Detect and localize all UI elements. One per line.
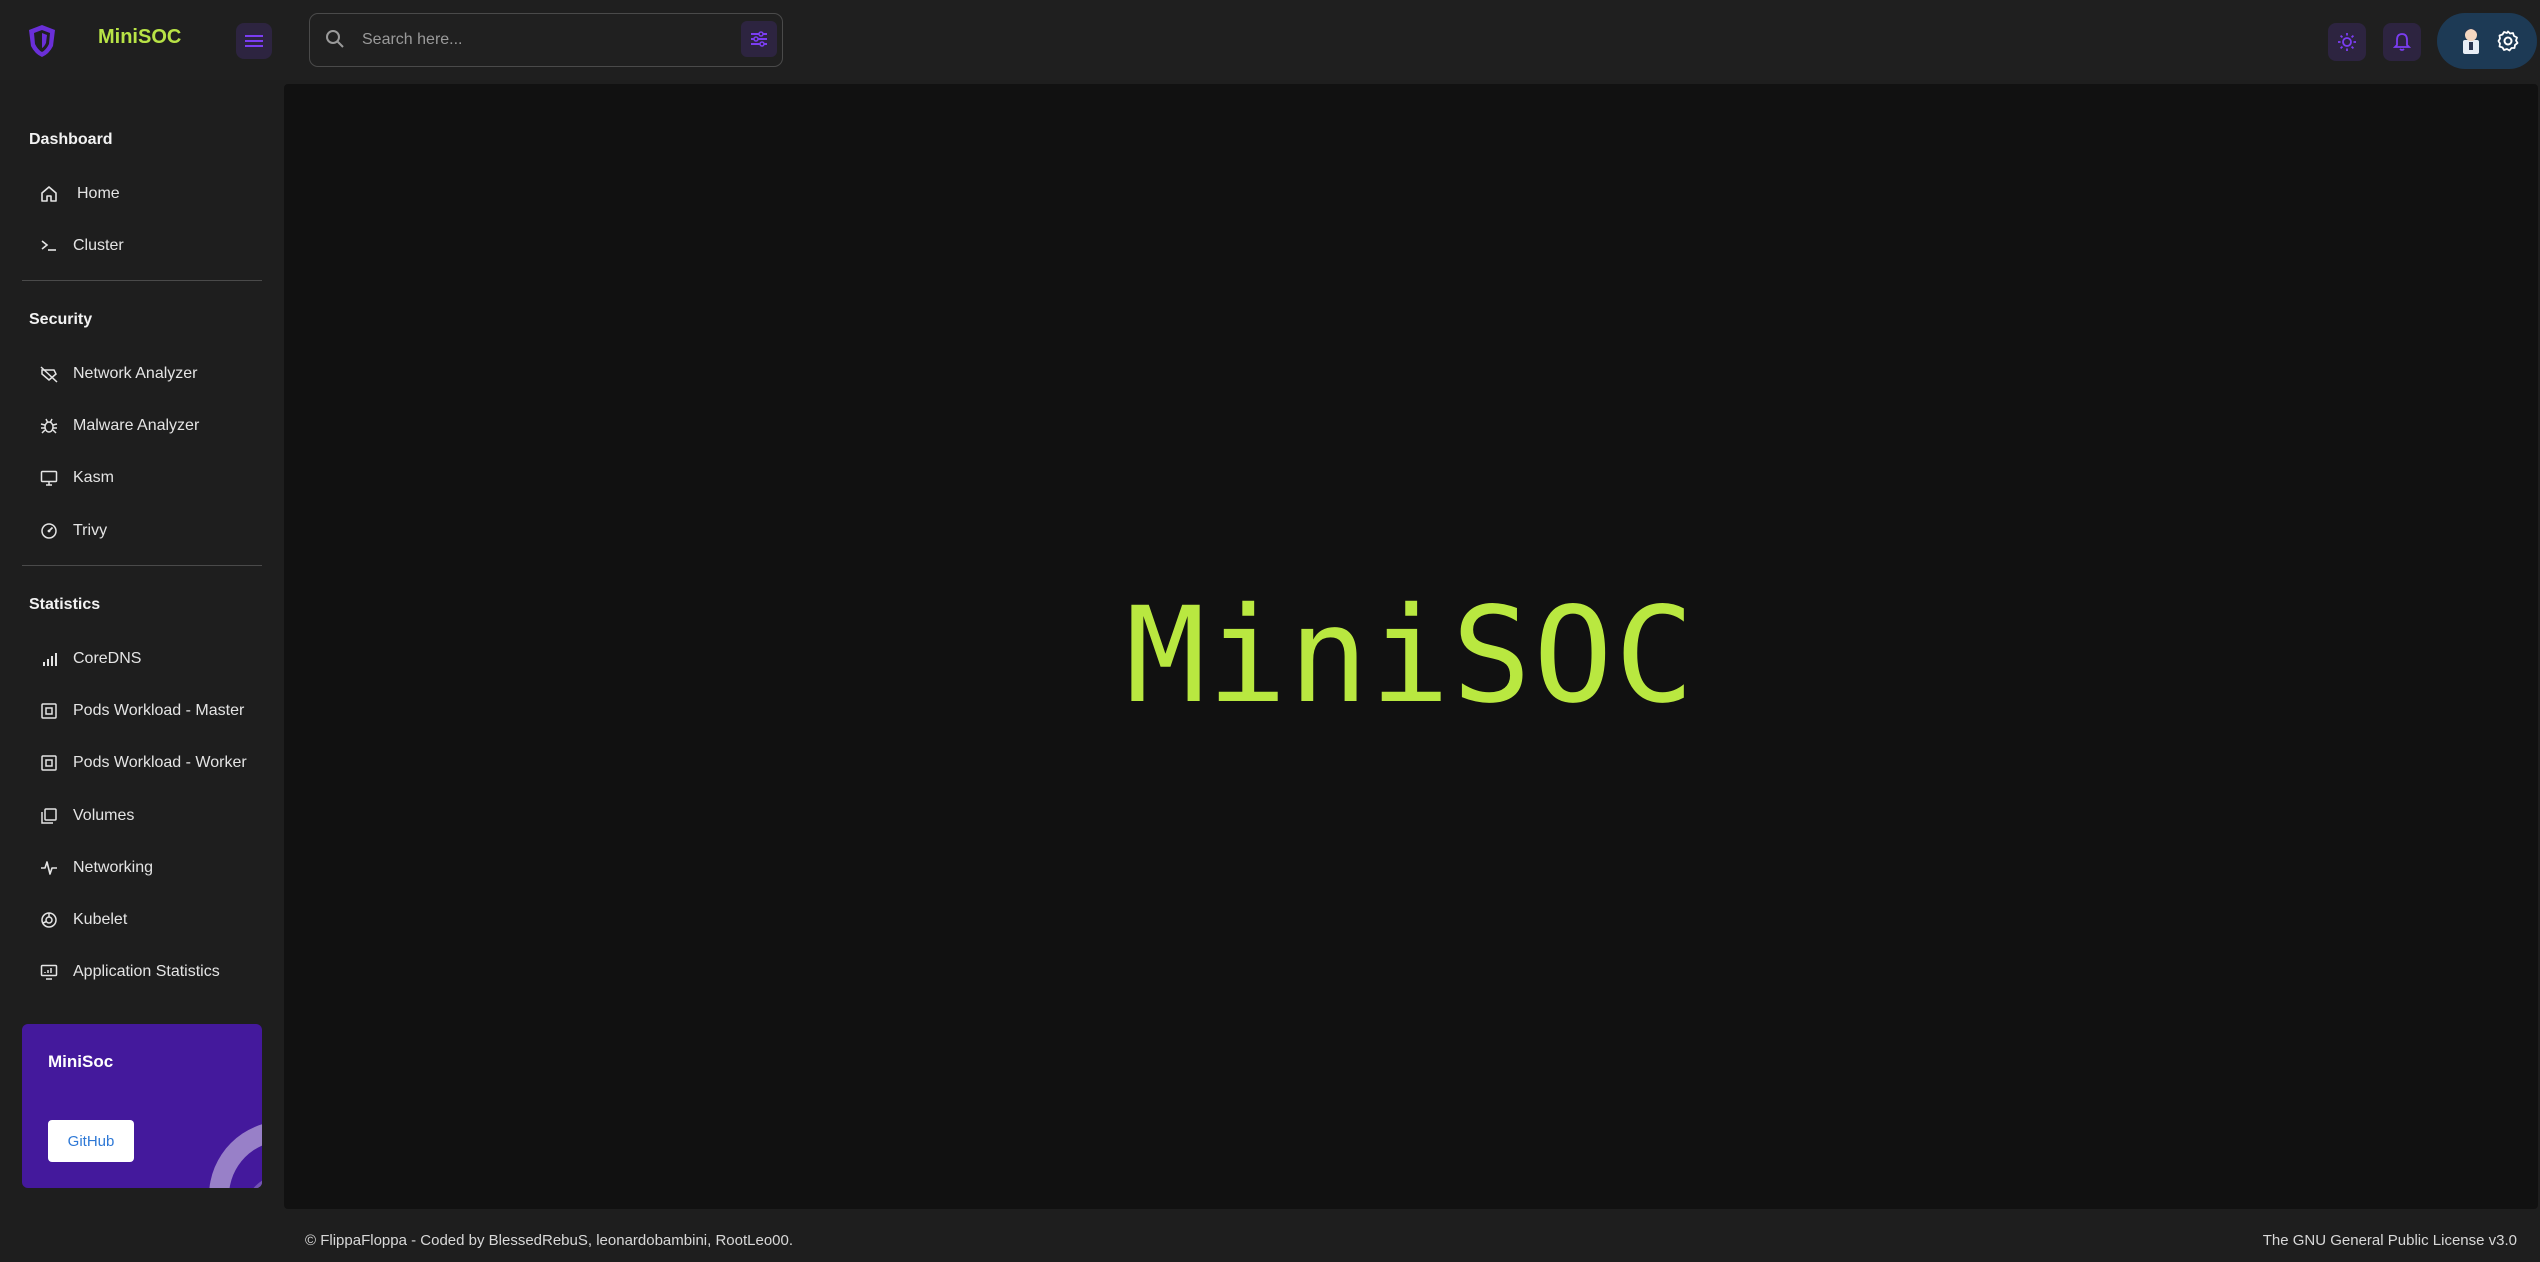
- display-chart-icon: [39, 962, 59, 982]
- sidebar-item-label: Cluster: [73, 237, 124, 254]
- sidebar-item-pods-workload-worker[interactable]: Pods Workload - Worker: [22, 741, 262, 785]
- hero: MiniSOC: [284, 84, 2538, 1209]
- promo-decoration: [209, 1124, 262, 1188]
- monitor-icon: [39, 468, 59, 488]
- sidebar-divider: [22, 565, 262, 566]
- volumes-icon: [39, 806, 59, 826]
- sidebar-item-pods-workload-master[interactable]: Pods Workload - Master: [22, 689, 262, 733]
- bell-icon: [2393, 33, 2411, 51]
- kubelet-icon: [39, 910, 59, 930]
- sidebar-item-kasm[interactable]: Kasm: [22, 456, 262, 500]
- sidebar-item-label: Application Statistics: [73, 963, 220, 980]
- pod-icon: [39, 701, 59, 721]
- main-content: MiniSOC: [284, 84, 2538, 1209]
- promo-title: MiniSoc: [48, 1052, 114, 1071]
- sidebar-divider: [22, 280, 262, 281]
- sidebar-item-label: Kasm: [73, 469, 114, 486]
- pulse-icon: [39, 858, 59, 878]
- sidebar-item-cluster[interactable]: Cluster: [22, 224, 262, 268]
- section-title-security: Security: [29, 311, 93, 328]
- section-title-dashboard: Dashboard: [29, 131, 113, 148]
- sidebar-item-label: Kubelet: [73, 911, 128, 928]
- sidebar-item-label: Pods Workload - Master: [73, 702, 245, 719]
- theme-toggle-button[interactable]: [2328, 23, 2366, 61]
- shield-logo-icon: [29, 25, 55, 57]
- sidebar-item-coredns[interactable]: CoreDNS: [22, 637, 262, 681]
- network-analyzer-icon: [39, 364, 59, 384]
- signal-bars-icon: [39, 649, 59, 669]
- sun-icon: [2338, 33, 2356, 51]
- sidebar-item-volumes[interactable]: Volumes: [22, 794, 262, 838]
- sidebar-item-network-analyzer[interactable]: Network Analyzer: [22, 352, 262, 396]
- sidebar-item-label: Trivy: [73, 522, 108, 539]
- sidebar-item-application-statistics[interactable]: Application Statistics: [22, 950, 262, 994]
- sidebar-item-label: Pods Workload - Worker: [73, 754, 247, 771]
- hamburger-icon: [245, 35, 263, 47]
- home-icon: [39, 184, 59, 204]
- sidebar-item-label: Networking: [73, 859, 154, 876]
- brand-name[interactable]: MiniSOC: [98, 26, 181, 49]
- sidebar-item-label: CoreDNS: [73, 650, 142, 667]
- sidebar-item-networking[interactable]: Networking: [22, 846, 262, 890]
- section-title-statistics: Statistics: [29, 596, 101, 613]
- pod-icon: [39, 753, 59, 773]
- promo-card: MiniSoc GitHub: [22, 1024, 262, 1188]
- avatar[interactable]: [2459, 26, 2483, 56]
- sidebar-item-label: Malware Analyzer: [73, 417, 200, 434]
- github-button[interactable]: GitHub: [48, 1120, 134, 1162]
- sidebar-item-malware-analyzer[interactable]: Malware Analyzer: [22, 404, 262, 448]
- search-input[interactable]: [362, 24, 722, 56]
- sidebar-item-trivy[interactable]: Trivy: [22, 509, 262, 553]
- terminal-icon: [39, 236, 59, 256]
- sidebar-item-label: Network Analyzer: [73, 365, 198, 382]
- search-icon: [326, 30, 344, 48]
- sidebar-item-label: Volumes: [73, 807, 135, 824]
- settings-gear-icon[interactable]: [2497, 30, 2519, 52]
- menu-toggle-button[interactable]: [236, 23, 272, 59]
- sidebar-item-label: Home: [77, 185, 120, 202]
- search-filter-button[interactable]: [741, 21, 777, 57]
- sidebar-item-home[interactable]: Home: [22, 172, 262, 216]
- search-box: [309, 13, 783, 67]
- hero-title: MiniSOC: [1125, 578, 1697, 733]
- footer-license-link[interactable]: The GNU General Public License v3.0: [2263, 1232, 2517, 1249]
- gauge-icon: [39, 521, 59, 541]
- footer-credits: © FlippaFloppa - Coded by BlessedRebuS, …: [305, 1232, 794, 1249]
- bug-icon: [39, 416, 59, 436]
- notifications-button[interactable]: [2383, 23, 2421, 61]
- profile-menu[interactable]: [2437, 13, 2537, 69]
- sidebar: Dashboard Home Cluster Security Network …: [0, 80, 284, 1262]
- sliders-icon: [751, 31, 767, 47]
- top-bar: MiniSOC: [0, 0, 2540, 80]
- sidebar-item-kubelet[interactable]: Kubelet: [22, 898, 262, 942]
